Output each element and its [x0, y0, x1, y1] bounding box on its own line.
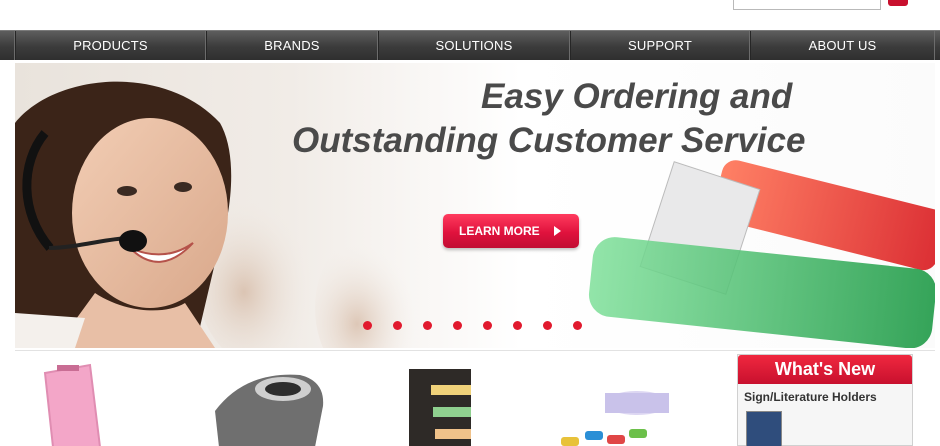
slide-dot-8[interactable] [573, 321, 582, 330]
slide-indicators [363, 321, 582, 330]
hero-banner[interactable]: Easy Ordering and Outstanding Customer S… [15, 63, 935, 348]
learn-more-label: LEARN MORE [459, 224, 540, 238]
learn-more-button[interactable]: LEARN MORE [443, 214, 579, 248]
slide-dot-7[interactable] [543, 321, 552, 330]
slide-dot-6[interactable] [513, 321, 522, 330]
whats-new-item-image[interactable] [746, 411, 782, 446]
play-arrow-icon [554, 226, 561, 236]
top-bar [0, 0, 940, 30]
nav-left-edge [0, 31, 15, 60]
slide-dot-5[interactable] [483, 321, 492, 330]
whats-new-item-title[interactable]: Sign/Literature Holders [738, 384, 912, 404]
hero-headline-line1: Easy Ordering and [481, 77, 793, 116]
whats-new-panel[interactable]: What's New Sign/Literature Holders [737, 354, 913, 446]
hole-punch-product-image[interactable] [205, 351, 335, 446]
hero-image [15, 81, 935, 348]
nav-item-brands[interactable]: BRANDS [206, 31, 378, 60]
whats-new-title: What's New [738, 355, 912, 384]
page: PRODUCTS BRANDS SOLUTIONS SUPPORT ABOUT … [0, 0, 940, 446]
slide-dot-3[interactable] [423, 321, 432, 330]
clipboard-product-image[interactable] [35, 351, 115, 446]
nav-item-about-us[interactable]: ABOUT US [750, 31, 935, 60]
main-nav: PRODUCTS BRANDS SOLUTIONS SUPPORT ABOUT … [0, 30, 940, 60]
nav-item-support[interactable]: SUPPORT [570, 31, 750, 60]
hero-headline-line2: Outstanding Customer Service [292, 121, 806, 160]
file-sorter-product-image[interactable] [403, 351, 483, 446]
nav-item-products[interactable]: PRODUCTS [15, 31, 206, 60]
nav-item-solutions[interactable]: SOLUTIONS [378, 31, 570, 60]
slide-dot-1[interactable] [363, 321, 372, 330]
slide-dot-4[interactable] [453, 321, 462, 330]
search-input[interactable] [733, 0, 881, 10]
search-button[interactable] [888, 0, 908, 6]
push-pins-product-image[interactable] [555, 351, 685, 446]
slide-dot-2[interactable] [393, 321, 402, 330]
